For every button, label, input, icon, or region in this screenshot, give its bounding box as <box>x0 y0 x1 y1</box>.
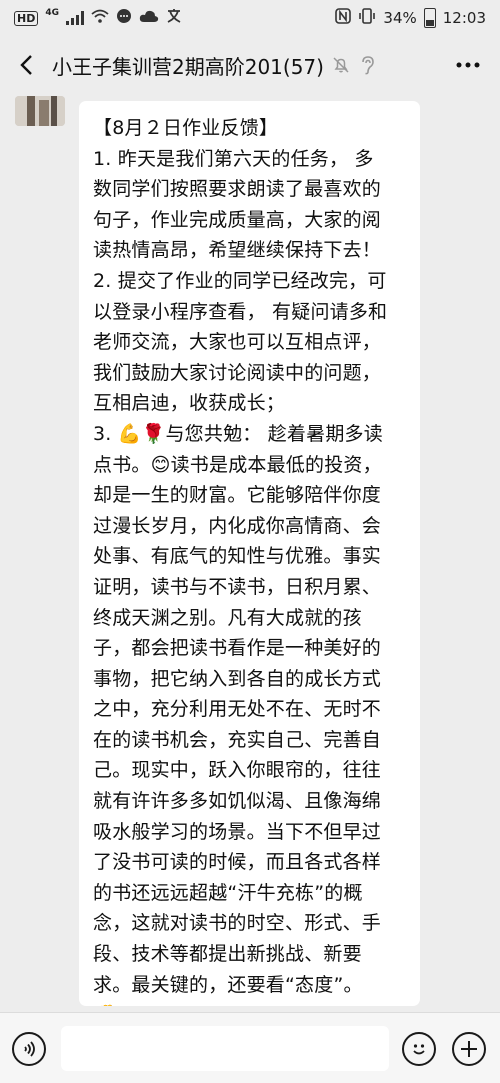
status-bar: HD 4G 34% 12:03 <box>0 0 500 36</box>
avatar-image <box>15 96 65 126</box>
voice-button[interactable] <box>12 1032 46 1066</box>
sender-avatar[interactable] <box>15 96 65 126</box>
message-line: 1. 昨天是我们第六天的任务， 多 <box>93 147 374 170</box>
plus-icon <box>461 1041 477 1057</box>
chat-header: 小王子集训营2期高阶201(57) <box>0 36 500 94</box>
message-line: 吸水般学习的场景。当下不但早过 <box>93 820 382 843</box>
message-line: 事物，把它纳入到各自的成长方式 <box>93 667 382 690</box>
cloud-icon <box>139 9 159 27</box>
back-icon <box>20 55 32 75</box>
nfc-icon <box>335 8 352 28</box>
message-line: 终成天渊之别。凡有大成就的孩 <box>93 606 362 629</box>
status-bar-left: HD 4G <box>14 8 182 28</box>
message-line: 却是一生的财富。它能够陪伴你度 <box>93 484 382 507</box>
message-line: 我们鼓励大家讨论阅读中的问题， <box>93 361 382 384</box>
message-line: ✊ <box>93 1000 408 1006</box>
more-button[interactable] <box>448 45 488 85</box>
message-line: 互相启迪，收获成长； <box>93 392 286 415</box>
message-line: 了没书可读的时候，而且各式各样 <box>93 851 382 874</box>
message-input[interactable] <box>61 1026 389 1071</box>
emoji-button[interactable] <box>402 1032 436 1066</box>
message-line: 【8月２日作业反馈】 <box>93 117 279 139</box>
message-line: 己。现实中，跃入你眼帘的，往往 <box>93 759 382 782</box>
voice-icon <box>24 1041 35 1057</box>
translate-icon <box>166 8 182 28</box>
clock: 12:03 <box>442 9 486 27</box>
message-line: 处事、有底气的知性与优雅。事实 <box>93 545 382 568</box>
vibrate-icon <box>358 8 376 28</box>
wifi-icon <box>91 9 109 27</box>
earpiece-icon <box>360 55 376 75</box>
status-bar-right: 34% 12:03 <box>335 8 486 28</box>
back-button[interactable] <box>10 43 42 87</box>
message-line: 之中，充分利用无处不在、无时不 <box>93 698 382 721</box>
message-line: 老师交流，大家也可以互相点评， <box>93 331 382 354</box>
plus-button[interactable] <box>452 1032 486 1066</box>
message-line: 数同学们按照要求朗读了最喜欢的 <box>93 178 382 201</box>
mute-icon <box>332 56 350 74</box>
message-line: 以登录小程序查看， 有疑问请多和 <box>93 300 388 323</box>
message-line: 段、技术等都提出新挑战、新要 <box>93 943 362 966</box>
message-line: 点书。😊读书是成本最低的投资， <box>93 453 382 476</box>
chat-title: 小王子集训营2期高阶201(57) <box>52 54 324 79</box>
hd-icon: HD <box>14 10 39 26</box>
message-line: 求。最关键的，还要看“态度”。 <box>93 973 363 996</box>
message-line: 的书还远远超越“汗牛充栋”的概 <box>93 881 363 904</box>
message-line: 在的读书机会，充实自己、完善自 <box>93 728 382 751</box>
battery-icon <box>423 8 436 28</box>
message-line: 证明，读书与不读书，日积月累、 <box>93 575 382 598</box>
network-type: 4G <box>45 7 59 18</box>
message-line: 念，这就对读书的时空、形式、手 <box>93 912 382 935</box>
message-line: 子，都会把读书看作是一种美好的 <box>93 637 382 660</box>
message-line: 2. 提交了作业的同学已经改完，可 <box>93 269 387 292</box>
message-line: 就有许许多多如饥似渴、且像海绵 <box>93 790 382 813</box>
emoji-icon <box>413 1044 425 1055</box>
more-icon <box>456 62 480 68</box>
battery-percent: 34% <box>383 9 417 27</box>
message-line: 句子，作业完成质量高，大家的阅 <box>93 208 382 231</box>
dialog-icon <box>116 8 132 28</box>
message-line: 过漫长岁月，内化成你高情商、会 <box>93 514 382 537</box>
chat-input-bar <box>0 1012 500 1083</box>
message-line: 3. 💪🌹与您共勉： 趁着暑期多读 <box>93 422 383 445</box>
message-line: 读热情高昂，希望继续保持下去！ <box>93 239 382 262</box>
message-bubble[interactable]: 【8月２日作业反馈】 1. 昨天是我们第六天的任务， 多 数同学们按照要求朗读了… <box>79 101 420 1006</box>
signal-icon <box>66 11 84 25</box>
